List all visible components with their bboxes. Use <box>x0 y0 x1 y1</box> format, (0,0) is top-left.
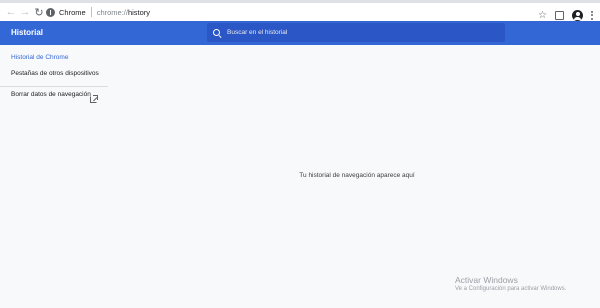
browser-toolbar: ← → ↻ Chrome chrome://history ☆ <box>0 3 600 21</box>
back-arrow-icon: ← <box>5 6 17 18</box>
history-header: Historial <box>0 21 600 45</box>
sidebar-divider <box>0 86 108 87</box>
extension-icon[interactable] <box>555 10 564 20</box>
sidebar-item-chrome-history[interactable]: Historial de Chrome <box>11 54 68 61</box>
url-text[interactable]: chrome://history <box>97 8 150 17</box>
sidebar-item-clear-data[interactable]: Borrar datos de navegación <box>11 90 91 100</box>
site-chip-label: Chrome <box>59 7 86 17</box>
omnibox-divider <box>90 7 92 17</box>
url-path: history <box>127 7 151 17</box>
activate-windows-title: Activar Windows <box>455 275 518 285</box>
reload-icon: ↻ <box>34 6 44 19</box>
page-title: Historial <box>11 28 44 37</box>
sidebar-item-other-devices[interactable]: Pestañas de otros dispositivos <box>11 70 99 77</box>
url-scheme: chrome:// <box>96 7 128 17</box>
info-icon[interactable] <box>46 7 55 17</box>
forward-button[interactable]: → <box>18 3 32 21</box>
activate-windows-subtitle: Ve a Configuración para activar Windows. <box>455 286 567 292</box>
bookmark-star-icon[interactable]: ☆ <box>538 10 547 21</box>
reload-button[interactable]: ↻ <box>32 3 46 21</box>
search-icon <box>213 29 220 36</box>
empty-history-message: Tu historial de navegación aparece aquí <box>299 172 415 179</box>
search-input[interactable] <box>227 29 487 36</box>
search-bar[interactable] <box>207 23 505 42</box>
forward-arrow-icon: → <box>19 6 31 18</box>
sidebar: Historial de Chrome Pestañas de otros di… <box>0 45 112 308</box>
more-menu-icon[interactable] <box>591 10 594 20</box>
open-in-new-icon[interactable] <box>90 95 98 103</box>
back-button[interactable]: ← <box>4 3 18 21</box>
profile-avatar-icon[interactable] <box>572 9 583 21</box>
address-bar[interactable]: Chrome chrome://history <box>46 5 546 19</box>
